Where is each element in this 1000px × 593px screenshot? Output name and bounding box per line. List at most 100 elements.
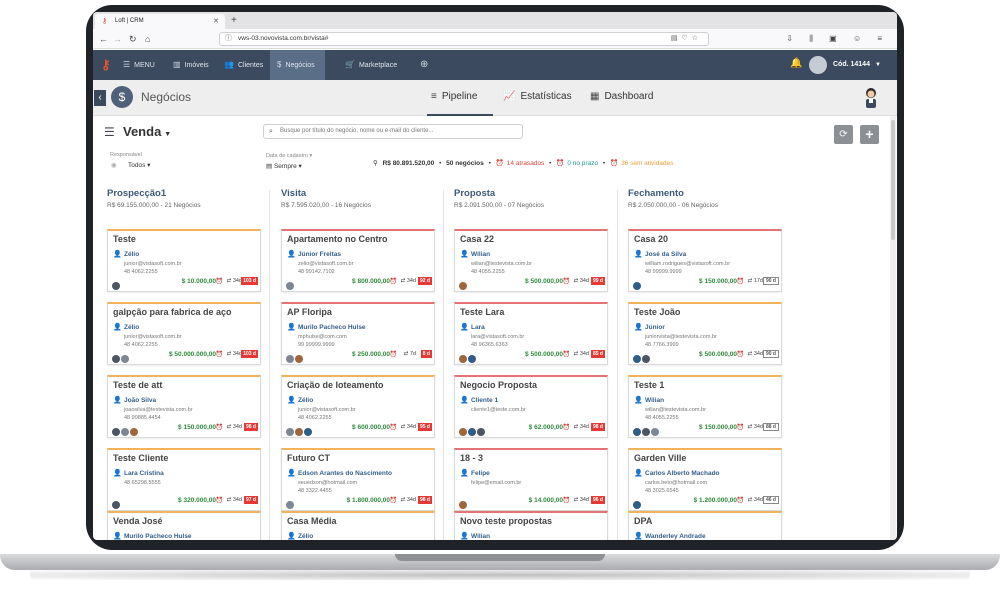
deal-card[interactable]: Teste João 👤 Júnior juniorvista@testevista.… [628,302,782,365]
atrasados-count[interactable]: 14 atrasados [507,160,545,167]
reader-icon[interactable]: ▤♡☆ [671,33,702,45]
client-name[interactable]: Wilian [471,533,490,540]
client-name[interactable]: Edson Arantes do Nascimento [298,470,392,477]
client-name[interactable]: Júnior [645,324,665,331]
nav-add[interactable]: ⊕ [420,50,432,80]
tab-pipeline[interactable]: ≡ Pipeline [427,80,493,116]
client-name[interactable]: Wilian [645,397,664,404]
card-footer: $ 500.000,00 ⏰ ⇄ 34d 85 d [459,350,605,363]
no-prazo-count[interactable]: 0 no prazo [567,160,598,167]
deal-card[interactable]: Casa Média 👤 Zélio [281,511,435,540]
client-name[interactable]: Cliente 1 [471,397,498,404]
nav-negocios[interactable]: $ Negócios [270,50,325,80]
nav-clientes[interactable]: 👥 Clientes [224,50,263,80]
deal-title: Garden Ville [634,453,687,463]
user-icon: 👤 [287,397,296,404]
client-name[interactable]: Felipe [471,470,490,477]
new-tab-icon[interactable]: + [231,13,237,28]
deal-card[interactable]: Teste 1 👤 Wilian wilian@testevista.com.br 48… [628,375,782,438]
client-name[interactable]: José da Silva [645,251,686,258]
nav-menu[interactable]: ☰ MENU [123,50,155,80]
data-cadastro-select[interactable]: ▤ Sempre ▾ [266,162,302,170]
browser-menu-icons[interactable]: ⇩ ⫼ ▣ ☺ ≡ [786,33,889,45]
deal-card[interactable]: DPA 👤 Wanderley Andrade [628,511,782,540]
forward-icon[interactable]: → [113,33,122,45]
client-name[interactable]: Wilian [471,251,490,258]
client-email: wilian@testevista.com.br [471,261,532,267]
client-name[interactable]: Murilo Pacheco Hulse [298,324,366,331]
card-footer: $ 800.000,00 ⏰ ⇄ 34d 92 d [286,277,432,290]
client-phone: 48 96365.6363 [471,342,508,348]
client-name[interactable]: Zélio [298,533,313,540]
deal-card[interactable]: Teste Lara 👤 Lara lara@vistasoft.com.br 48 9… [454,302,608,365]
deal-card[interactable]: Teste Cliente 👤 Lara Cristina 48 65298.5555… [107,448,261,511]
scrollbar[interactable] [890,116,896,540]
refresh-button[interactable]: ⟳ [834,125,853,144]
deal-card[interactable]: Garden Ville 👤 Carlos Alberto Machado carlo… [628,448,782,511]
client-name[interactable]: Murilo Pacheco Hulse [124,533,192,540]
avatar[interactable] [809,56,827,74]
nav-imoveis[interactable]: ▥ Imóveis [173,50,209,80]
users-icon: 👥 [224,60,234,69]
dollar-icon: $ [111,86,133,108]
deal-card[interactable]: Venda José👤Murilo Pacheco Hulsemphulse@c… [107,511,261,540]
pipeline-selector[interactable]: Venda ▼ [123,124,171,139]
client-email: junior@vistasoft.com.br [124,261,182,267]
deal-card[interactable]: Teste 👤 Zélio junior@vistasoft.com.br 48 406… [107,229,261,292]
add-deal-button[interactable]: + [860,125,879,144]
clock-icon: ⏰ [562,279,570,285]
deal-card[interactable]: Novo teste propostas👤Wilianwilian@testev… [454,511,608,540]
back-arrow-icon[interactable]: ‹ [94,90,106,106]
deal-card[interactable]: Apartamento no Centro 👤 Júnior Freitas zeli… [281,229,435,292]
deal-card[interactable]: Criação de loteamento 👤 Zélio junior@vistas… [281,375,435,438]
client-name[interactable]: João Silva [124,397,156,404]
status-badge: 95 d [417,423,432,431]
deal-card[interactable]: Teste de att 👤 João Silva joaosilva@testevi… [107,375,261,438]
pipeline-column: Visita R$ 7.595.020,00 - 16 Negócios [281,188,435,209]
clock-orange-icon: ⏰ [609,160,619,167]
deal-card[interactable]: Futuro CT 👤 Edson Arantes do Nascimento seu… [281,448,435,511]
client-name[interactable]: Lara [471,324,485,331]
deal-card[interactable]: 18 - 3 👤 Felipe felipe@email.com.br $ 14.000… [454,448,608,511]
client-name[interactable]: Zélio [124,324,139,331]
client-name[interactable]: Júnior Freitas [298,251,341,258]
bell-icon[interactable]: 🔔 [790,58,802,69]
user-icon: 👤 [287,533,296,540]
deal-value: $ 320.000,00 [178,497,216,504]
search-input[interactable]: ⌕ Busque por título do negócio, nome ou … [263,124,523,139]
user-code[interactable]: Cód. 14144 [833,50,870,80]
data-cadastro-label[interactable]: Data de cadastro ▾ [266,153,312,159]
responsavel-select[interactable]: Todos ▾ [128,161,150,169]
client-phone: 48 99142.7102 [298,269,335,275]
client-name[interactable]: Zélio [298,397,313,404]
browser-tab[interactable]: ⚷ Loft | CRM ✕ [95,14,225,29]
client-name[interactable]: Carlos Alberto Machado [645,470,720,477]
deal-card[interactable]: Casa 22 👤 Wilian wilian@testevista.com.br 48… [454,229,608,292]
scrollbar-thumb[interactable] [891,120,895,240]
tab-dashboard[interactable]: ▦ Dashboard [590,80,653,116]
column-title: Prospecção1 [107,188,167,199]
address-bar[interactable]: ⓘ vws-03.novovista.com.br/vista# ▤♡☆ [219,32,709,46]
deal-card[interactable]: Casa 20 👤 José da Silva william.rodrigues@v… [628,229,782,292]
back-icon[interactable]: ← [99,33,108,45]
logo-key-icon[interactable]: ⚷ [101,57,117,73]
deal-card[interactable]: galpção para fabrica de aço 👤 Zélio junior@… [107,302,261,365]
deal-card[interactable]: Negocio Proposta 👤 Cliente 1 cliente1@teste… [454,375,608,438]
deal-title: galpção para fabrica de aço [113,307,232,317]
reload-icon[interactable]: ↻ [129,33,137,45]
clock-icon: ⏰ [389,425,397,431]
home-icon[interactable]: ⌂ [145,33,150,45]
chevron-down-icon[interactable]: ▼ [875,50,881,80]
tab-estatisticas[interactable]: 📈 Estatísticas [503,80,572,116]
client-name[interactable]: Zélio [124,251,139,258]
close-icon[interactable]: ✕ [213,14,219,29]
client-name[interactable]: Wanderley Andrade [645,533,706,540]
nav-marketplace[interactable]: 🛒 Marketplace [345,50,397,80]
column-subtitle: R$ 2.091.500,00 - 07 Negócios [454,202,544,209]
client-name[interactable]: Lara Cristina [124,470,164,477]
deal-card[interactable]: AP Floripa 👤 Murilo Pacheco Hulse mphulse@c… [281,302,435,365]
sem-atividades-count[interactable]: 36 sem atividades [621,160,673,167]
status-badge: 103 d [241,277,258,285]
tab-title: Loft | CRM [115,18,144,24]
filter-menu-icon[interactable]: ☰ [104,126,115,138]
